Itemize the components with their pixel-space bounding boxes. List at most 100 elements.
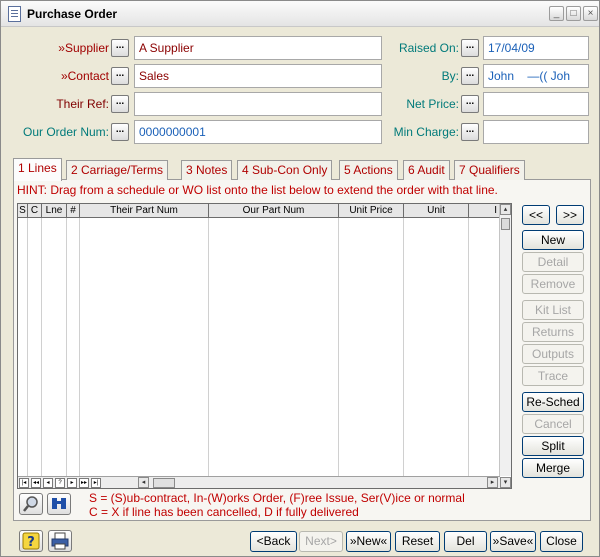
col-header-lne[interactable]: Lne [42, 204, 67, 218]
merge-button[interactable]: Merge [522, 458, 584, 478]
next-button[interactable]: Next> [299, 531, 343, 552]
help-question-icon: ? [22, 532, 40, 550]
title-bar: Purchase Order _ □ × [1, 1, 599, 27]
col-header-extra[interactable]: I [469, 204, 500, 218]
col-header-num[interactable]: # [67, 204, 80, 218]
raised-on-field[interactable]: 17/04/09 [483, 36, 589, 60]
printer-icon [51, 532, 69, 550]
horizontal-scroll-thumb[interactable] [153, 478, 175, 488]
tab-audit[interactable]: 6 Audit [403, 160, 450, 180]
kit-list-button[interactable]: Kit List [522, 300, 584, 320]
col-header-c[interactable]: C [28, 204, 42, 218]
close-button[interactable]: Close [540, 531, 583, 552]
nav-prev-icon[interactable]: ◂ [43, 478, 53, 488]
supplier-lookup-button[interactable]: ... [111, 39, 129, 57]
col-divider [27, 218, 28, 476]
by-label: By: [441, 69, 459, 83]
binoculars-button[interactable] [47, 493, 71, 515]
col-header-unit[interactable]: Unit [404, 204, 469, 218]
tab-lines[interactable]: 1 Lines [13, 158, 62, 181]
min-charge-field[interactable] [483, 120, 589, 144]
cancel-line-button[interactable]: Cancel [522, 414, 584, 434]
close-window-button[interactable]: × [583, 6, 598, 21]
vertical-scroll-thumb[interactable] [501, 218, 510, 230]
tab-carriage-terms[interactable]: 2 Carriage/Terms [66, 160, 169, 180]
col-divider [79, 218, 80, 476]
order-lines-grid[interactable]: S C Lne # Their Part Num Our Part Num Un… [17, 203, 512, 489]
col-divider [66, 218, 67, 476]
nav-prev-page-icon[interactable]: ◂◂ [31, 478, 41, 488]
minimize-button[interactable]: _ [549, 6, 564, 21]
by-lookup-button[interactable]: ... [461, 67, 479, 85]
tab-qualifiers[interactable]: 7 Qualifiers [454, 160, 525, 180]
document-icon [8, 6, 21, 22]
returns-button[interactable]: Returns [522, 322, 584, 342]
grid-vertical-scrollbar[interactable]: ▴ ▾ [499, 204, 511, 488]
supplier-label: »Supplier [58, 41, 109, 55]
contact-field[interactable]: Sales [134, 64, 382, 88]
their-ref-field[interactable] [134, 92, 382, 116]
scroll-down-arrow-icon[interactable]: ▾ [500, 477, 511, 488]
print-button[interactable] [48, 530, 72, 552]
by-field[interactable]: John —(( Joh [483, 64, 589, 88]
new-line-button[interactable]: New [522, 230, 584, 250]
nav-last-icon[interactable]: ▸| [91, 478, 101, 488]
col-divider [41, 218, 42, 476]
svg-text:?: ? [27, 535, 35, 550]
net-price-lookup-button[interactable]: ... [461, 95, 479, 113]
scroll-left-arrow-icon[interactable]: ◂ [138, 477, 149, 488]
tab-sub-con-only[interactable]: 4 Sub-Con Only [237, 160, 333, 180]
maximize-button[interactable]: □ [566, 6, 581, 21]
our-order-num-lookup-button[interactable]: ... [111, 123, 129, 141]
next-line-button[interactable]: >> [556, 205, 584, 225]
col-divider [338, 218, 339, 476]
legend-status-line: S = (S)ub-contract, In-(W)orks Order, (F… [89, 491, 465, 505]
col-header-unit-price[interactable]: Unit Price [339, 204, 404, 218]
remove-button[interactable]: Remove [522, 274, 584, 294]
their-ref-label: Their Ref: [56, 97, 109, 111]
contact-label: »Contact [60, 69, 109, 83]
back-button[interactable]: <Back [250, 531, 297, 552]
detail-button[interactable]: Detail [522, 252, 584, 272]
legend-cancel-line: C = X if line has been cancelled, D if f… [89, 505, 359, 519]
re-sched-button[interactable]: Re-Sched [522, 392, 584, 412]
save-button[interactable]: »Save« [490, 531, 536, 552]
prev-line-button[interactable]: << [522, 205, 550, 225]
min-charge-label: Min Charge: [393, 125, 459, 139]
window-title: Purchase Order [27, 7, 118, 21]
nav-next-page-icon[interactable]: ▸▸ [79, 478, 89, 488]
their-ref-lookup-button[interactable]: ... [111, 95, 129, 113]
help-button[interactable]: ? [19, 530, 43, 552]
outputs-button[interactable]: Outputs [522, 344, 584, 364]
contact-lookup-button[interactable]: ... [111, 67, 129, 85]
col-header-their-part-num[interactable]: Their Part Num [80, 204, 209, 218]
split-button[interactable]: Split [522, 436, 584, 456]
tab-notes[interactable]: 3 Notes [181, 160, 233, 180]
tab-actions[interactable]: 5 Actions [339, 160, 398, 180]
new-order-button[interactable]: »New« [346, 531, 391, 552]
reset-button[interactable]: Reset [395, 531, 440, 552]
raised-on-lookup-button[interactable]: ... [461, 39, 479, 57]
magnifier-icon [23, 496, 38, 512]
grid-legend: S = (S)ub-contract, In-(W)orks Order, (F… [89, 491, 465, 519]
net-price-label: Net Price: [406, 97, 459, 111]
our-order-num-field[interactable]: 0000000001 [134, 120, 382, 144]
grid-header: S C Lne # Their Part Num Our Part Num Un… [18, 204, 500, 218]
col-header-s[interactable]: S [18, 204, 28, 218]
drag-hint: HINT: Drag from a schedule or WO list on… [17, 183, 498, 197]
search-lines-button[interactable] [19, 493, 43, 515]
nav-help-icon[interactable]: ? [55, 478, 65, 488]
nav-first-icon[interactable]: |◂ [19, 478, 29, 488]
trace-button[interactable]: Trace [522, 366, 584, 386]
min-charge-lookup-button[interactable]: ... [461, 123, 479, 141]
binoculars-icon [52, 498, 66, 509]
supplier-field[interactable]: A Supplier [134, 36, 382, 60]
grid-navigator: |◂ ◂◂ ◂ ? ▸ ▸▸ ▸| ◂ ▸ [18, 476, 500, 488]
net-price-field[interactable] [483, 92, 589, 116]
our-order-num-label: Our Order Num: [22, 125, 109, 139]
scroll-right-arrow-icon[interactable]: ▸ [487, 477, 498, 488]
delete-button[interactable]: Del [444, 531, 487, 552]
col-header-our-part-num[interactable]: Our Part Num [209, 204, 339, 218]
scroll-up-arrow-icon[interactable]: ▴ [500, 204, 511, 215]
nav-next-icon[interactable]: ▸ [67, 478, 77, 488]
